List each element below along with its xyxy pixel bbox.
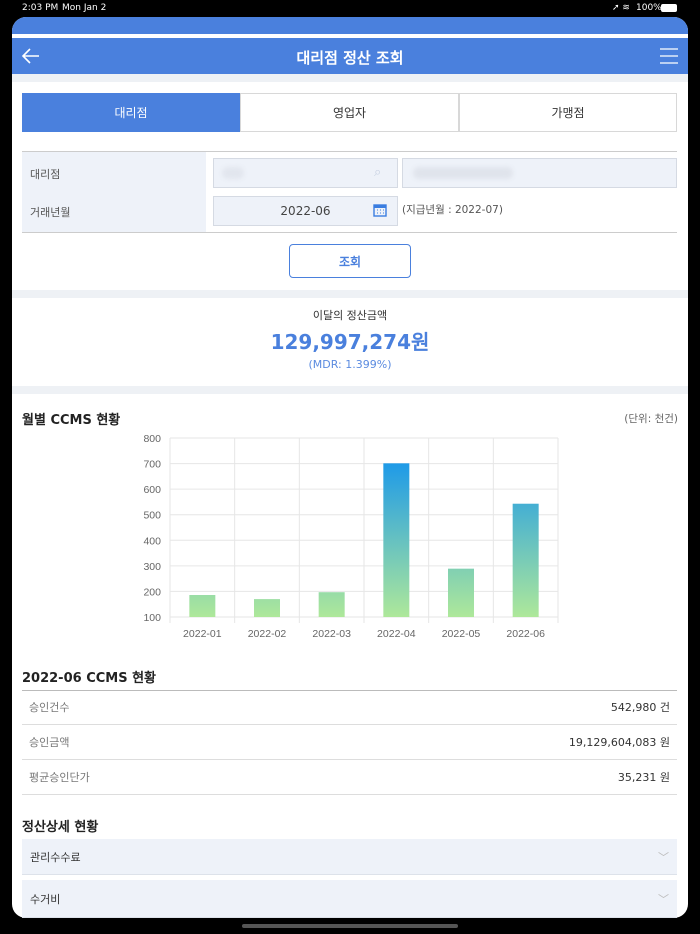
- y-tick-label: 600: [143, 484, 161, 496]
- bar-2022-01: [189, 595, 216, 617]
- x-tick-label: 2022-01: [183, 628, 222, 640]
- bar-2022-06: [512, 503, 539, 617]
- home-indicator: [242, 924, 458, 928]
- chevron-down-icon: ﹀: [658, 892, 669, 906]
- row-label: 승인건수: [29, 701, 70, 714]
- y-tick-label: 800: [143, 433, 161, 445]
- monthly-ccms-chart: 100 200 300 400 500 600 700 800 2022-01 2022-02 20…: [143, 433, 559, 640]
- x-tick-label: 2022-03: [312, 628, 351, 640]
- y-tick-label: 300: [143, 561, 161, 573]
- y-tick-label: 200: [143, 586, 161, 598]
- bar-2022-02: [254, 599, 280, 617]
- bar-2022-04: [383, 463, 410, 617]
- accordion-label: 관리수수료: [30, 850, 81, 864]
- ccms-title: 2022-06 CCMS 현황: [22, 671, 157, 686]
- x-tick-label: 2022-06: [506, 628, 545, 640]
- chevron-down-icon: ﹀: [658, 850, 669, 864]
- accordion-management-fee[interactable]: 관리수수료 ﹀: [22, 839, 677, 875]
- y-tick-label: 400: [143, 535, 161, 547]
- accordion-collection-fee[interactable]: 수거비 ﹀: [22, 880, 677, 918]
- row-value: 35,231 원: [617, 771, 670, 784]
- bar-2022-05: [448, 568, 474, 617]
- row-value: 542,980 건: [610, 701, 670, 714]
- y-tick-label: 700: [143, 459, 161, 471]
- y-tick-label: 100: [143, 612, 161, 624]
- bar-2022-03: [318, 592, 345, 617]
- y-tick-label: 500: [143, 510, 161, 522]
- table-row: 승인건수 542,980 건: [22, 690, 677, 725]
- row-label: 평균승인단가: [29, 771, 90, 784]
- detail-title: 정산상세 현황: [22, 820, 99, 835]
- x-tick-label: 2022-04: [377, 628, 416, 640]
- accordion-label: 수거비: [30, 892, 61, 906]
- row-value: 19,129,604,083 원: [568, 736, 670, 749]
- table-row: 평균승인단가 35,231 원: [22, 760, 677, 795]
- x-tick-label: 2022-05: [442, 628, 481, 640]
- x-tick-label: 2022-02: [248, 628, 287, 640]
- table-row: 승인금액 19,129,604,083 원: [22, 725, 677, 760]
- row-label: 승인금액: [29, 736, 70, 749]
